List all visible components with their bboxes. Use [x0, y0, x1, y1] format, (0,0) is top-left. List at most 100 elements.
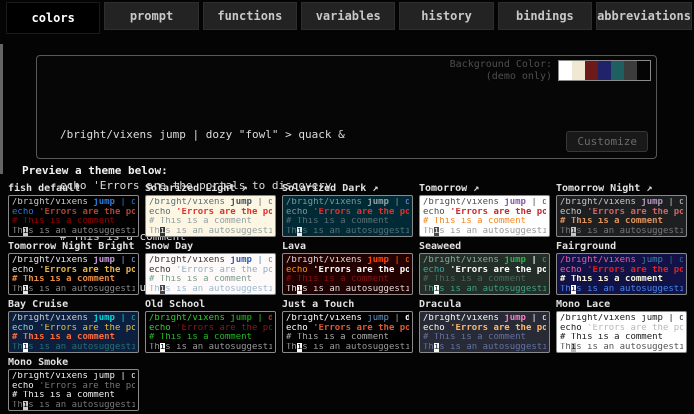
tab-prompt[interactable]: prompt — [104, 2, 198, 30]
theme-tile-snow-day: Snow Day /bright/vixens jump | dozy " ec… — [145, 240, 276, 295]
theme-sample-line-2: echo 'Errors are the portals — [149, 324, 272, 334]
background-swatch-black[interactable] — [637, 61, 650, 80]
theme-preview[interactable]: /bright/vixens jump | dozy " echo 'Error… — [145, 195, 276, 237]
theme-sample-line-3: # This is a comment — [423, 275, 546, 285]
theme-sample-line-1: /bright/vixens jump | dozy " — [149, 314, 272, 324]
theme-sample-line-2: echo 'Errors are the portals — [12, 208, 135, 218]
theme-sample-line-4: This is an autosuggestion — [149, 343, 272, 353]
theme-preview[interactable]: /bright/vixens jump | dozy " echo 'Error… — [8, 253, 139, 295]
theme-tile-solarized-light: Solarized Light ↗ /bright/vixens jump | … — [145, 182, 276, 237]
background-swatch-cream[interactable] — [572, 61, 585, 80]
tab-colors[interactable]: colors — [6, 2, 100, 34]
theme-preview[interactable]: /bright/vixens jump | dozy " echo 'Error… — [282, 311, 413, 353]
theme-sample-line-2: echo 'Errors are the portals — [286, 324, 409, 334]
background-swatch-navy[interactable] — [598, 61, 611, 80]
theme-preview[interactable]: /bright/vixens jump | dozy " echo 'Error… — [282, 195, 413, 237]
fish-config-page: colorspromptfunctionsvariableshistorybin… — [0, 0, 694, 414]
tab-functions[interactable]: functions — [203, 2, 297, 30]
theme-sample-line-1: /bright/vixens jump | dozy " — [560, 198, 683, 208]
theme-preview[interactable]: /bright/vixens jump | dozy " echo 'Error… — [145, 311, 276, 353]
theme-sample-line-2: echo 'Errors are the portals — [12, 266, 135, 276]
theme-sample-line-3: # This is a comment — [149, 333, 272, 343]
theme-sample-line-1: /bright/vixens jump | dozy " — [286, 198, 409, 208]
theme-sample-line-1: /bright/vixens jump | dozy " — [12, 372, 135, 382]
demo-only-label: (demo only) — [450, 71, 552, 83]
theme-name: Solarized Light ↗ — [145, 182, 276, 195]
theme-sample-line-2: echo 'Errors are the portals — [12, 382, 135, 392]
theme-tile-solarized-dark: Solarized Dark ↗ /bright/vixens jump | d… — [282, 182, 413, 237]
theme-sample-line-4: This is an autosuggestion — [560, 343, 683, 353]
theme-sample-line-1: /bright/vixens jump | dozy " — [423, 314, 546, 324]
customize-button[interactable]: Customize — [566, 131, 648, 152]
theme-name: Just a Touch — [282, 298, 413, 311]
tab-history[interactable]: history — [399, 2, 493, 30]
theme-sample-line-4: This is an autosuggestion — [423, 285, 546, 295]
theme-sample-line-2: echo 'Errors are the portals — [560, 324, 683, 334]
theme-sample-line-1: /bright/vixens jump | dozy " — [12, 314, 135, 324]
theme-sample-line-4: This is an autosuggestion — [423, 227, 546, 237]
theme-sample-line-3: # This is a comment — [12, 391, 135, 401]
theme-tile-old-school: Old School /bright/vixens jump | dozy " … — [145, 298, 276, 353]
theme-preview[interactable]: /bright/vixens jump | dozy " echo 'Error… — [8, 195, 139, 237]
background-swatch-teal[interactable] — [611, 61, 624, 80]
theme-sample-line-3: # This is a comment — [560, 275, 683, 285]
theme-sample-line-4: This is an autosuggestion — [149, 227, 272, 237]
theme-sample-line-2: echo 'Errors are the portals — [286, 266, 409, 276]
theme-sample-line-3: # This is a comment — [149, 217, 272, 227]
theme-tile-tomorrow-night: Tomorrow Night ↗ /bright/vixens jump | d… — [556, 182, 687, 237]
theme-name: Tomorrow ↗ — [419, 182, 550, 195]
theme-sample-line-3: # This is a comment — [286, 275, 409, 285]
theme-sample-line-1: /bright/vixens jump | dozy " — [423, 256, 546, 266]
theme-sample-line-1: /bright/vixens jump | dozy " — [286, 314, 409, 324]
theme-tile-tomorrow-night-bright: Tomorrow Night Bright ↗ /bright/vixens j… — [8, 240, 139, 295]
theme-preview[interactable]: /bright/vixens jump | dozy " echo 'Error… — [282, 253, 413, 295]
theme-preview[interactable]: /bright/vixens jump | dozy " echo 'Error… — [556, 311, 687, 353]
theme-preview[interactable]: /bright/vixens jump | dozy " echo 'Error… — [8, 311, 139, 353]
theme-sample-line-4: This is an autosuggestion — [12, 285, 135, 295]
theme-name: Dracula — [419, 298, 550, 311]
theme-preview[interactable]: /bright/vixens jump | dozy " echo 'Error… — [8, 369, 139, 411]
theme-name: Mono Lace — [556, 298, 687, 311]
theme-sample-line-1: /bright/vixens jump | dozy " — [12, 198, 135, 208]
theme-sample-line-3: # This is a comment — [423, 217, 546, 227]
background-swatch-dark-red[interactable] — [585, 61, 598, 80]
theme-sample-line-1: /bright/vixens jump | dozy " — [560, 314, 683, 324]
tab-bindings[interactable]: bindings — [498, 2, 592, 30]
theme-name: Seaweed — [419, 240, 550, 253]
theme-preview[interactable]: /bright/vixens jump | dozy " echo 'Error… — [419, 253, 550, 295]
background-swatch-charcoal[interactable] — [624, 61, 637, 80]
theme-sample-line-2: echo 'Errors are the portals — [423, 208, 546, 218]
tab-abbreviations[interactable]: abbreviations — [596, 2, 692, 30]
theme-sample-line-3: # This is a comment — [149, 275, 272, 285]
preview-heading: Preview a theme below: — [22, 164, 168, 177]
theme-sample-line-4: This is an autosuggestion — [12, 401, 135, 411]
theme-sample-line-4: This is an autosuggestion — [286, 227, 409, 237]
theme-sample-line-3: # This is a comment — [560, 333, 683, 343]
theme-sample-line-3: # This is a comment — [560, 217, 683, 227]
theme-preview[interactable]: /bright/vixens jump | dozy " echo 'Error… — [419, 311, 550, 353]
theme-sample-line-4: This is an autosuggestion — [286, 343, 409, 353]
theme-sample-line-1: /bright/vixens jump | dozy " — [423, 198, 546, 208]
background-swatch-white[interactable] — [559, 61, 572, 80]
theme-sample-line-3: # This is a comment — [12, 217, 135, 227]
theme-tile-lava: Lava /bright/vixens jump | dozy " echo '… — [282, 240, 413, 295]
theme-sample-line-4: This is an autosuggestion — [149, 285, 272, 295]
theme-preview[interactable]: /bright/vixens jump | dozy " echo 'Error… — [419, 195, 550, 237]
theme-tile-mono-lace: Mono Lace /bright/vixens jump | dozy " e… — [556, 298, 687, 353]
theme-preview[interactable]: /bright/vixens jump | dozy " echo 'Error… — [556, 195, 687, 237]
theme-tile-fish-default: fish default /bright/vixens jump | dozy … — [8, 182, 139, 237]
theme-sample-line-2: echo 'Errors are the portals — [12, 324, 135, 334]
tab-variables[interactable]: variables — [301, 2, 395, 30]
theme-tile-bay-cruise: Bay Cruise /bright/vixens jump | dozy " … — [8, 298, 139, 353]
theme-sample-line-3: # This is a comment — [12, 333, 135, 343]
theme-preview[interactable]: /bright/vixens jump | dozy " echo 'Error… — [145, 253, 276, 295]
window-edge — [0, 44, 3, 174]
theme-grid: fish default /bright/vixens jump | dozy … — [8, 182, 693, 411]
theme-sample-line-4: This is an autosuggestion — [560, 227, 683, 237]
theme-preview[interactable]: /bright/vixens jump | dozy " echo 'Error… — [556, 253, 687, 295]
theme-sample-line-3: # This is a comment — [12, 275, 135, 285]
theme-sample-line-1: /bright/vixens jump | dozy " — [560, 256, 683, 266]
theme-sample-line-2: echo 'Errors are the portals — [560, 208, 683, 218]
theme-tile-mono-smoke: Mono Smoke /bright/vixens jump | dozy " … — [8, 356, 139, 411]
theme-tile-fairground: Fairground /bright/vixens jump | dozy " … — [556, 240, 687, 295]
